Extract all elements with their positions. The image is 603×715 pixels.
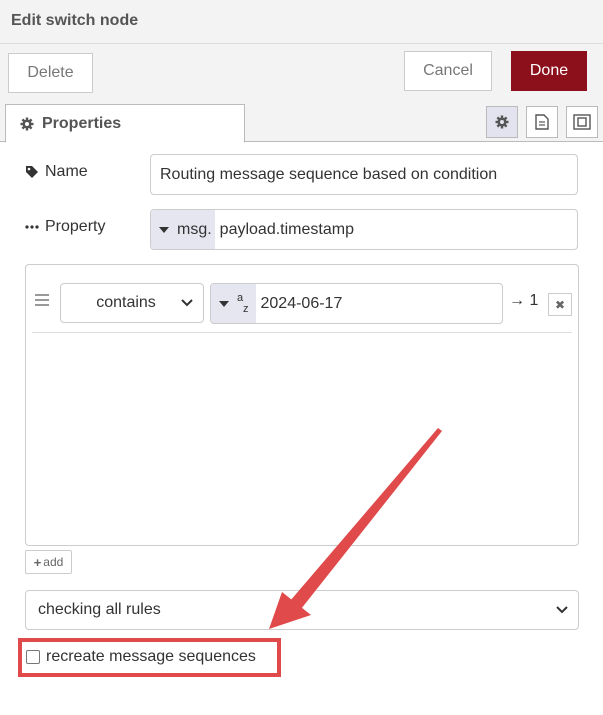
check-mode-select[interactable]: checking all rules (25, 590, 579, 630)
property-type-label: msg. (177, 220, 212, 238)
property-label: Property (45, 218, 106, 235)
rule-divider (32, 332, 572, 333)
rules-list: contains az 2024-06-17 → 1 ✖ (25, 264, 579, 546)
annotation-highlight-box (18, 638, 281, 677)
ellipsis-icon (25, 225, 39, 229)
name-label: Name (45, 163, 88, 180)
chevron-down-icon (181, 299, 193, 307)
name-input[interactable]: Routing message sequence based on condit… (150, 154, 578, 195)
description-tab-button[interactable] (526, 106, 558, 138)
gear-icon (495, 115, 509, 129)
dialog-title: Edit switch node (11, 12, 139, 29)
chevron-down-icon (556, 606, 568, 614)
rule-row: contains az 2024-06-17 → 1 ✖ (26, 265, 578, 333)
rule-value: 2024-06-17 (260, 294, 343, 312)
remove-rule-button[interactable]: ✖ (548, 293, 572, 316)
property-label-row: Property (25, 218, 105, 236)
tab-row: Properties (0, 100, 603, 143)
property-type-select[interactable]: msg. (151, 210, 215, 249)
add-rule-label: add (43, 555, 64, 569)
node-appearance-icon (573, 114, 591, 130)
property-input[interactable]: msg. payload.timestamp (150, 209, 578, 250)
rule-value-input[interactable]: az 2024-06-17 (210, 283, 503, 324)
string-type-icon: az (237, 291, 249, 315)
tag-icon (26, 166, 38, 178)
close-icon: ✖ (554, 297, 566, 312)
settings-tab-button[interactable] (486, 106, 518, 138)
rule-operator-value: contains (96, 294, 156, 311)
plus-icon: + (33, 554, 42, 570)
caret-down-icon (219, 300, 229, 307)
name-label-row: Name (25, 163, 88, 181)
rule-output-label: → 1 (509, 292, 539, 309)
delete-button[interactable]: Delete (8, 53, 93, 93)
caret-down-icon (159, 226, 169, 233)
add-rule-button[interactable]: + add (25, 550, 72, 574)
rule-value-type-select[interactable]: az (211, 284, 256, 323)
appearance-tab-button[interactable] (566, 106, 598, 138)
tab-properties[interactable]: Properties (5, 104, 245, 143)
cancel-button[interactable]: Cancel (404, 51, 492, 91)
document-icon (535, 114, 549, 130)
rule-operator-select[interactable]: contains (60, 283, 204, 323)
dialog-header: Edit switch node (0, 0, 603, 44)
gear-icon (20, 117, 34, 130)
done-button[interactable]: Done (511, 51, 587, 91)
button-bar: Delete Cancel Done (0, 44, 603, 100)
tab-properties-label: Properties (42, 114, 122, 132)
check-mode-value: checking all rules (38, 601, 161, 618)
drag-handle-icon[interactable] (35, 294, 49, 309)
property-value: payload.timestamp (219, 220, 354, 238)
